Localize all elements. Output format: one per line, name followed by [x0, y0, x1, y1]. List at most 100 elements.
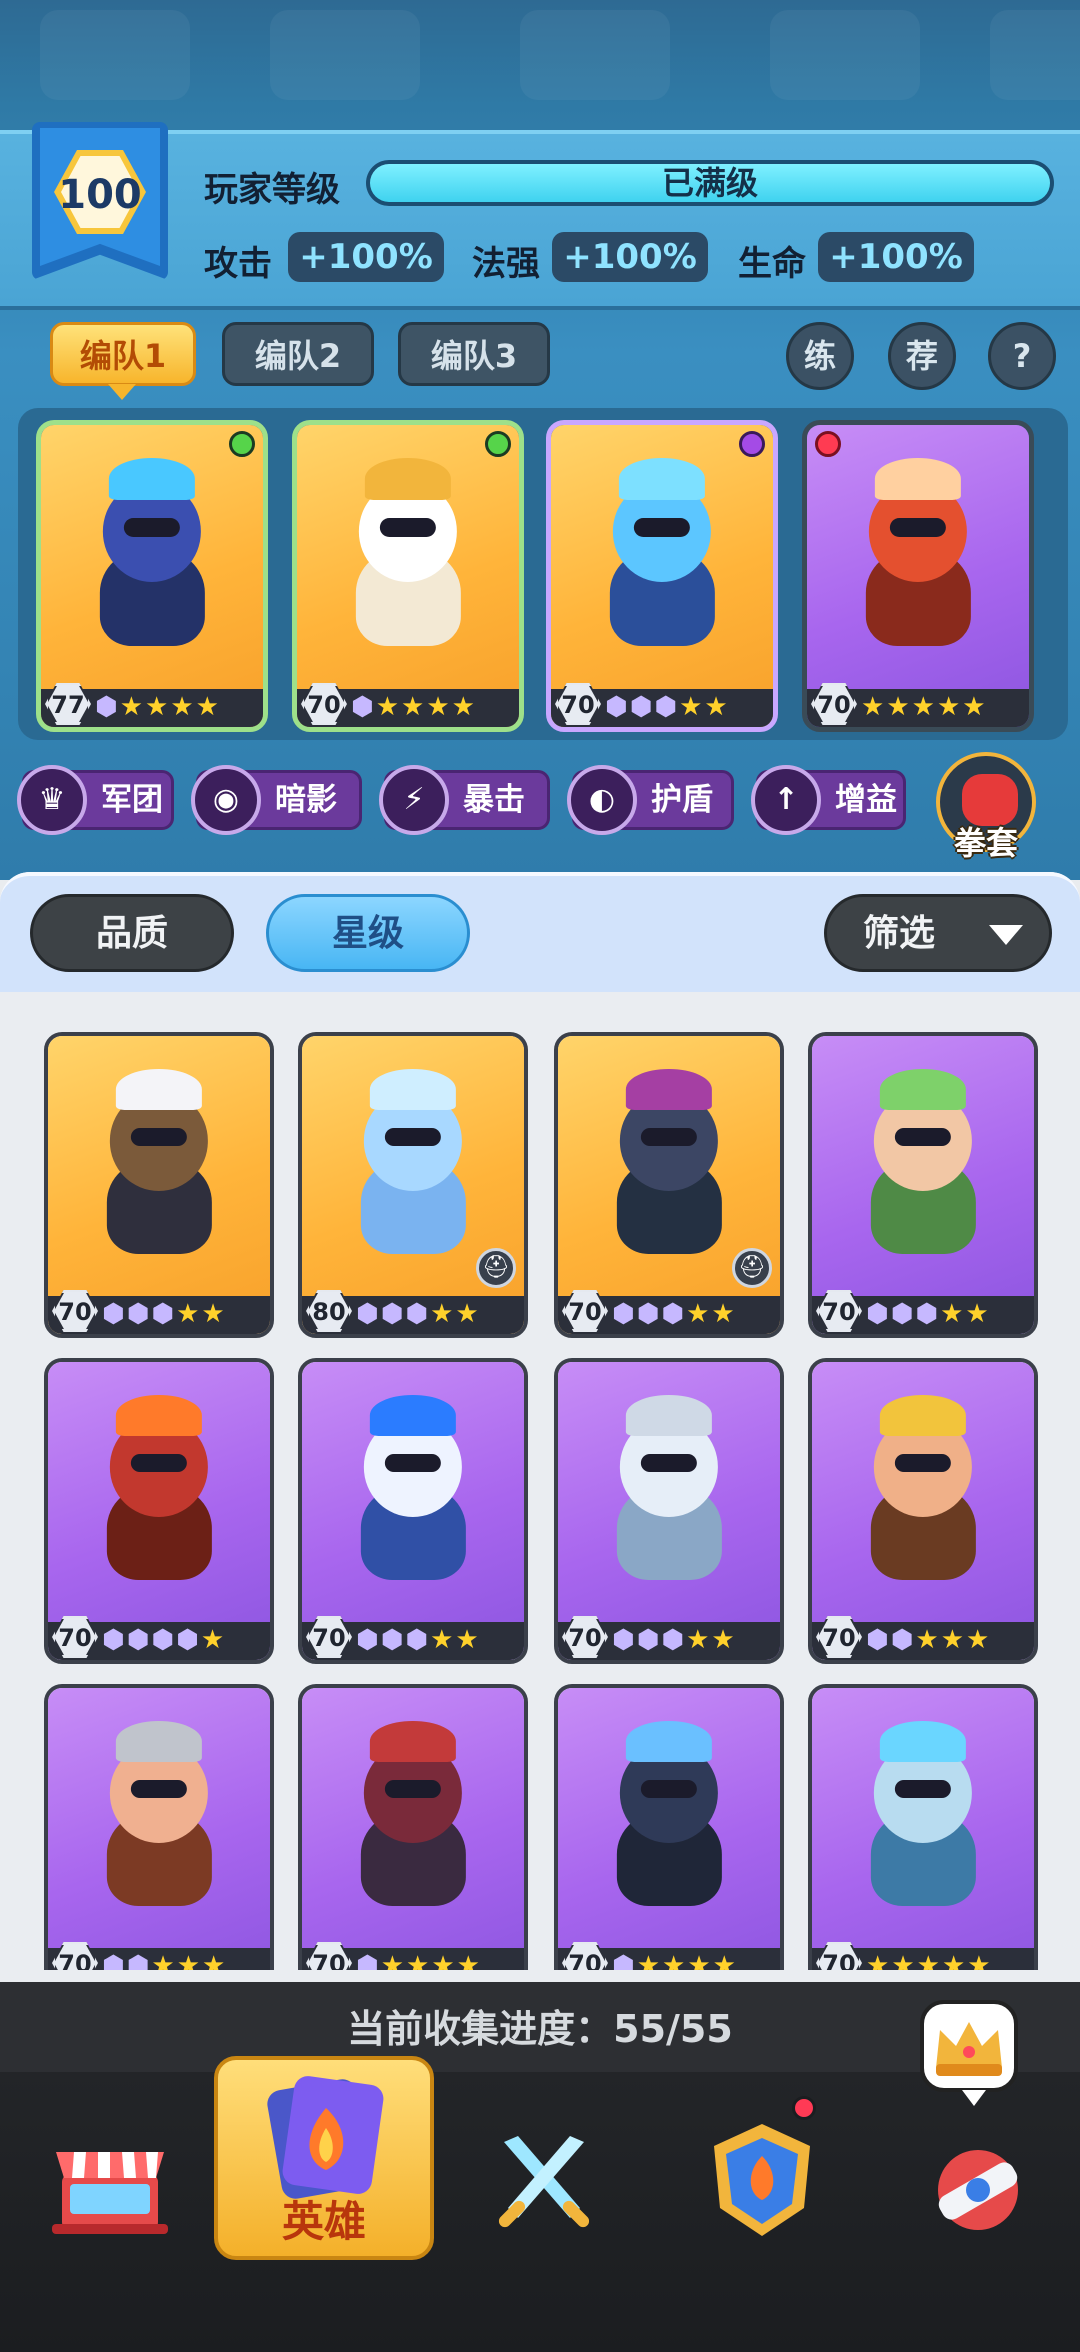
gem-star-icon: ⬢	[380, 1625, 404, 1655]
hero-portrait	[836, 458, 1000, 660]
gem-star-icon: ⬢	[866, 1299, 889, 1329]
gold-star-icon: ★	[966, 1625, 990, 1655]
gold-star-icon: ★	[866, 1951, 890, 1970]
hero-card-10[interactable]: 70 ⬢ ★ ★ ★ ★	[298, 1684, 528, 1970]
nav-guild[interactable]	[692, 2112, 832, 2252]
legion-icon: ♛	[17, 765, 87, 835]
trait-buff[interactable]: ↑ 增益	[751, 765, 906, 835]
trait-shield[interactable]: ◐ 护盾	[567, 765, 734, 835]
team-hero-card-1[interactable]: 77 ⬢ ★ ★ ★ ★	[36, 420, 268, 732]
crown-bubble[interactable]	[920, 2000, 1018, 2106]
star-rating: ⬢ ★ ★ ★ ★	[612, 1951, 736, 1970]
hero-portrait	[331, 1394, 495, 1595]
hero-portrait	[841, 1394, 1005, 1595]
trait-legion[interactable]: ♛ 军团	[17, 765, 174, 835]
filter-dropdown[interactable]: 筛选	[824, 894, 1052, 972]
status-dot-green	[485, 431, 511, 457]
gem-star-icon: ⬢	[126, 1951, 150, 1970]
hero-card-11[interactable]: 70 ⬢ ★ ★ ★ ★	[554, 1684, 784, 1970]
hero-portrait	[77, 1720, 241, 1921]
star-rating: ⬢ ⬢ ⬢ ⬢ ★	[102, 1625, 224, 1655]
nav-battle[interactable]	[474, 2112, 614, 2252]
shield-icon: ◐	[567, 765, 637, 835]
gold-star-icon: ★	[940, 1625, 965, 1655]
trait-shield-label: 护盾	[651, 782, 713, 818]
hero-card-8[interactable]: 70 ⬢ ⬢ ★ ★ ★	[808, 1358, 1038, 1664]
stat-value-attack: +100%	[288, 232, 444, 282]
hero-card-4[interactable]: 70 ⬢ ⬢ ⬢ ★ ★	[808, 1032, 1038, 1338]
gem-star-icon: ⬢	[151, 1625, 175, 1655]
trait-crit[interactable]: ⚡ 暴击	[379, 765, 550, 835]
gem-star-icon: ⬢	[102, 1951, 125, 1970]
hero-card-2[interactable]: ⛑ 80 ⬢ ⬢ ⬢ ★ ★	[298, 1032, 528, 1338]
hero-portrait	[70, 458, 234, 660]
team-hero-card-2[interactable]: 70 ⬢ ★ ★ ★ ★	[292, 420, 524, 732]
gold-star-icon: ★	[712, 1951, 736, 1970]
star-rating: ⬢ ⬢ ⬢ ★ ★	[356, 1299, 479, 1329]
hero-card-level: 70	[568, 1298, 602, 1326]
help-button[interactable]: ?	[988, 322, 1056, 390]
gold-star-icon: ★	[965, 1299, 989, 1329]
hero-portrait	[326, 458, 490, 660]
hero-card-12[interactable]: 70 ★ ★ ★ ★ ★	[808, 1684, 1038, 1970]
sort-quality-button[interactable]: 品质	[30, 894, 234, 972]
gem-star-icon: ⬢	[405, 1299, 429, 1329]
star-rating: ⬢ ★ ★ ★ ★	[351, 692, 475, 722]
gem-star-icon: ⬢	[636, 1299, 660, 1329]
hero-card-level: 70	[58, 1298, 92, 1326]
gold-star-icon: ★	[941, 1951, 966, 1970]
gold-star-icon: ★	[201, 1299, 225, 1329]
hero-card-9[interactable]: 70 ⬢ ⬢ ★ ★ ★	[44, 1684, 274, 1970]
nav-gacha[interactable]	[906, 2112, 1046, 2252]
stat-label-hp: 生命	[738, 244, 806, 284]
hero-card-6[interactable]: 70 ⬢ ⬢ ⬢ ★ ★	[298, 1358, 528, 1664]
gold-star-icon: ★	[456, 1951, 480, 1970]
trait-shadow[interactable]: ◉ 暗影	[191, 765, 362, 835]
player-level-value: 100	[58, 172, 142, 218]
hero-portrait	[841, 1720, 1005, 1921]
gacha-icon	[938, 2150, 1018, 2230]
gem-star-icon: ⬢	[380, 1299, 404, 1329]
hero-portrait	[587, 1720, 751, 1921]
gem-star-icon: ⬢	[612, 1299, 635, 1329]
tab-team-3[interactable]: 编队3	[398, 322, 550, 386]
gold-star-icon: ★	[686, 1625, 710, 1655]
gem-star-icon: ⬢	[351, 692, 374, 722]
star-rating: ⬢ ★ ★ ★ ★	[95, 692, 219, 722]
star-rating: ★ ★ ★ ★ ★	[866, 1951, 991, 1970]
star-rating: ⬢ ⬢ ★ ★ ★	[102, 1951, 225, 1970]
hero-portrait	[841, 1068, 1005, 1269]
hero-portrait	[77, 1068, 241, 1269]
star-rating: ⬢ ⬢ ★ ★ ★	[866, 1625, 989, 1655]
gem-star-icon: ⬢	[661, 1299, 685, 1329]
hero-card-level: 70	[58, 1624, 92, 1652]
tab-pointer	[108, 384, 136, 400]
gloves-label: 拳套	[953, 824, 1018, 862]
tab-team-2[interactable]: 编队2	[222, 322, 374, 386]
player-level-badge[interactable]: 100	[32, 122, 168, 280]
gold-star-icon: ★	[202, 1951, 226, 1970]
recommend-button[interactable]: 荐	[888, 322, 956, 390]
gold-star-icon: ★	[636, 1951, 661, 1970]
hero-card-1[interactable]: 70 ⬢ ⬢ ⬢ ★ ★	[44, 1032, 274, 1338]
star-rating: ⬢ ★ ★ ★ ★	[356, 1951, 480, 1970]
nav-shop[interactable]	[40, 2112, 180, 2252]
star-rating: ⬢ ⬢ ⬢ ★ ★	[612, 1299, 735, 1329]
trait-buff-label: 增益	[835, 782, 897, 818]
gem-star-icon: ⬢	[890, 1299, 914, 1329]
hero-card-5[interactable]: 70 ⬢ ⬢ ⬢ ⬢ ★	[44, 1358, 274, 1664]
tab-team-1[interactable]: 编队1	[50, 322, 196, 386]
hero-card-level: 80	[312, 1298, 346, 1326]
team-hero-card-3[interactable]: 70 ⬢ ⬢ ⬢ ★ ★	[546, 420, 778, 732]
gem-star-icon: ⬢	[126, 1625, 150, 1655]
gold-star-icon: ★	[455, 1625, 479, 1655]
sort-star-button[interactable]: 星级	[266, 894, 470, 972]
train-button[interactable]: 练	[786, 322, 854, 390]
hero-card-3[interactable]: ⛑ 70 ⬢ ⬢ ⬢ ★ ★	[554, 1032, 784, 1338]
gold-star-icon: ★	[426, 692, 450, 722]
hero-card-7[interactable]: 70 ⬢ ⬢ ⬢ ★ ★	[554, 1358, 784, 1664]
player-xp-bar: 已满级	[366, 160, 1054, 206]
crit-icon: ⚡	[379, 765, 449, 835]
star-rating: ⬢ ⬢ ⬢ ★ ★	[356, 1625, 479, 1655]
team-hero-card-4[interactable]: 70 ★ ★ ★ ★ ★	[802, 420, 1034, 732]
